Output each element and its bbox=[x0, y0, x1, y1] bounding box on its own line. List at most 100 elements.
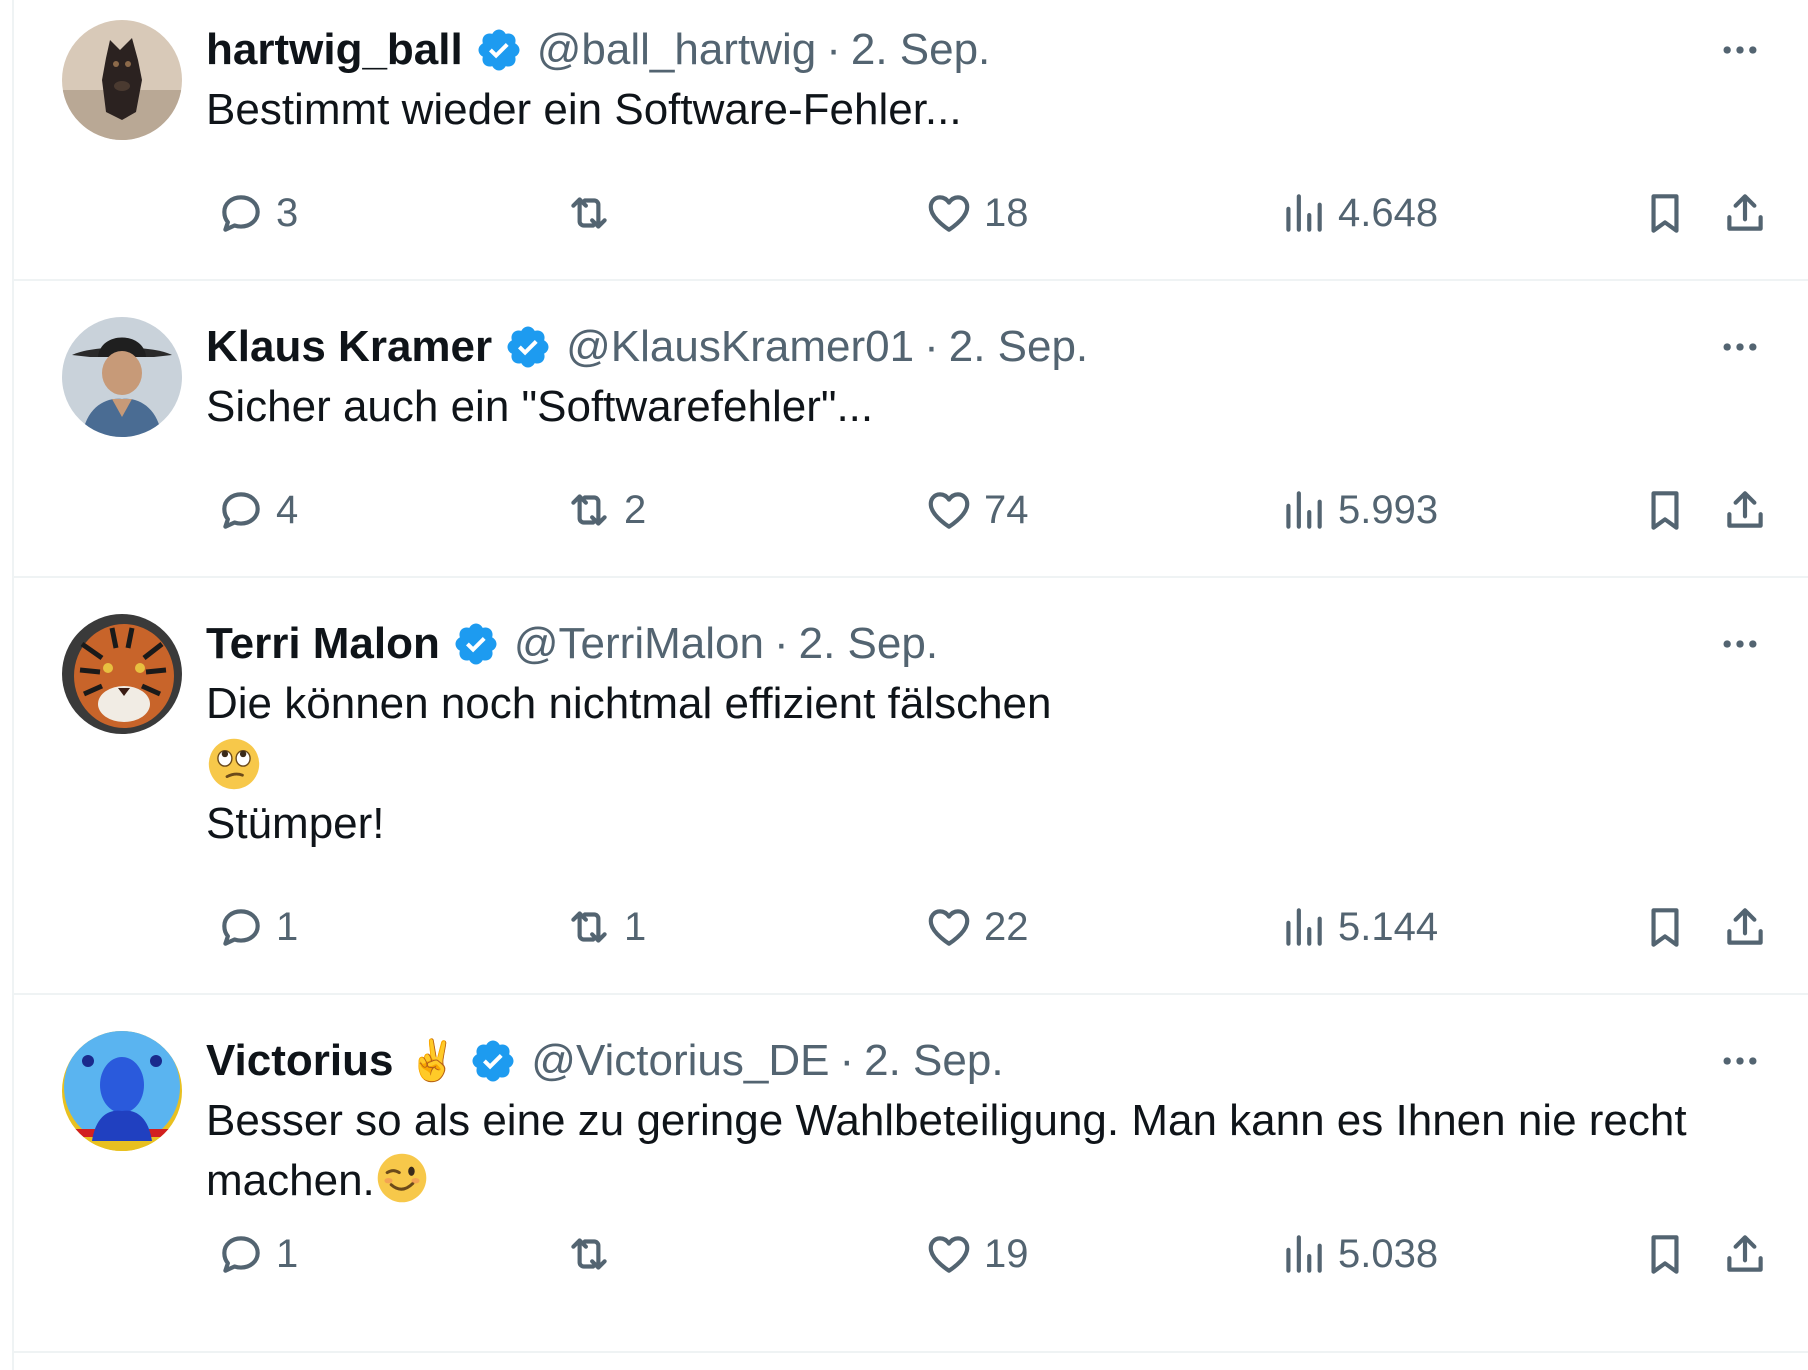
retweet-button[interactable] bbox=[564, 1224, 624, 1284]
author-name[interactable]: Terri Malon bbox=[206, 614, 440, 674]
reply-count: 1 bbox=[276, 1231, 299, 1276]
three-dots-icon bbox=[1723, 1057, 1757, 1065]
bookmark-button[interactable] bbox=[1640, 480, 1690, 540]
reply-feed: hartwig_ball @ball_hartwig · 2. Sep. Bes… bbox=[12, 0, 1808, 1370]
avatar-tiger-image bbox=[62, 614, 182, 734]
reply-count: 3 bbox=[276, 190, 299, 235]
heart-icon bbox=[928, 1236, 970, 1273]
winking-face-emoji bbox=[377, 1153, 427, 1203]
share-button[interactable] bbox=[1720, 1224, 1770, 1284]
verified-checkmark-icon bbox=[472, 1040, 514, 1082]
bookmark-icon bbox=[1651, 908, 1679, 947]
heart-icon bbox=[928, 909, 970, 946]
author-name[interactable]: hartwig_ball bbox=[206, 20, 463, 80]
reply-button[interactable]: 1 bbox=[216, 897, 298, 957]
author-handle[interactable]: @ball_hartwig bbox=[537, 20, 816, 80]
share-button[interactable] bbox=[1720, 480, 1770, 540]
tweet-date[interactable]: 2. Sep. bbox=[799, 614, 938, 674]
tweet-date[interactable]: 2. Sep. bbox=[851, 20, 990, 80]
separator-dot: · bbox=[839, 1036, 855, 1085]
three-dots-icon bbox=[1723, 46, 1757, 54]
reply-button[interactable]: 4 bbox=[216, 480, 298, 540]
tweet-date[interactable]: 2. Sep. bbox=[864, 1031, 1003, 1091]
upload-share-icon bbox=[1727, 491, 1763, 528]
tweet-text: Besser so als eine zu geringe Wahlbeteil… bbox=[206, 1096, 1687, 1145]
retweet-button[interactable]: 1 bbox=[564, 897, 646, 957]
avatar[interactable] bbox=[62, 614, 182, 734]
tweet-text: Sicher auch ein "Softwarefehler"... bbox=[206, 382, 874, 431]
bookmark-button[interactable] bbox=[1640, 897, 1690, 957]
speech-bubble-icon bbox=[222, 909, 260, 946]
views-count: 5.038 bbox=[1338, 1231, 1439, 1276]
bookmark-button[interactable] bbox=[1640, 1224, 1690, 1284]
share-button[interactable] bbox=[1720, 183, 1770, 243]
more-options-button[interactable] bbox=[1710, 317, 1770, 377]
tweet-text: Bestimmt wieder ein Software-Fehler... bbox=[206, 85, 962, 134]
tweet-header: Terri Malon @TerriMalon · 2. Sep. bbox=[206, 614, 1770, 674]
views-button[interactable]: 5.144 bbox=[1278, 897, 1438, 957]
tweet[interactable]: hartwig_ball @ball_hartwig · 2. Sep. Bes… bbox=[14, 0, 1808, 281]
avatar-portrait-image bbox=[62, 1031, 182, 1151]
tweet-text-continuation: machen. bbox=[206, 1156, 375, 1205]
tweet-text-after: Stümper! bbox=[206, 799, 385, 848]
verified-checkmark-icon bbox=[507, 326, 549, 368]
share-button[interactable] bbox=[1720, 897, 1770, 957]
retweet-button[interactable] bbox=[564, 183, 624, 243]
author-handle[interactable]: @Victorius_DE bbox=[531, 1031, 829, 1091]
retweet-arrows-icon bbox=[571, 494, 607, 526]
tweet-actions: 1 1 22 5.144 bbox=[206, 897, 1770, 957]
author-handle[interactable]: @TerriMalon bbox=[514, 614, 764, 674]
bar-chart-icon bbox=[1286, 908, 1322, 946]
tweet-header: Klaus Kramer @KlausKramer01 · 2. Sep. bbox=[206, 317, 1770, 377]
views-button[interactable]: 4.648 bbox=[1278, 183, 1438, 243]
tweet-actions: 4 2 74 5.993 bbox=[206, 480, 1770, 540]
views-button[interactable]: 5.038 bbox=[1278, 1224, 1438, 1284]
tweet-header: hartwig_ball @ball_hartwig · 2. Sep. bbox=[206, 20, 1770, 80]
tweet-text: Die können noch nichtmal effizient fälsc… bbox=[206, 679, 1052, 728]
tweet[interactable]: Klaus Kramer @KlausKramer01 · 2. Sep. Si… bbox=[14, 281, 1808, 578]
bar-chart-icon bbox=[1286, 1235, 1322, 1273]
bookmark-button[interactable] bbox=[1640, 183, 1690, 243]
tweet[interactable]: Victorius ✌️ @Victorius_DE · 2. Sep. Bes… bbox=[14, 995, 1808, 1353]
author-handle[interactable]: @KlausKramer01 bbox=[566, 317, 914, 377]
emoji-line bbox=[206, 734, 1770, 794]
upload-share-icon bbox=[1727, 908, 1763, 945]
author-name[interactable]: Victorius bbox=[206, 1031, 393, 1091]
separator-dot: · bbox=[924, 322, 939, 371]
views-count: 4.648 bbox=[1338, 190, 1439, 235]
views-button[interactable]: 5.993 bbox=[1278, 480, 1438, 540]
retweet-arrows-icon bbox=[571, 1238, 607, 1270]
like-count: 18 bbox=[984, 190, 1029, 235]
rolling-eyes-emoji bbox=[208, 738, 260, 790]
avatar[interactable] bbox=[62, 317, 182, 437]
bar-chart-icon bbox=[1286, 194, 1322, 232]
more-options-button[interactable] bbox=[1710, 1031, 1770, 1091]
more-options-button[interactable] bbox=[1710, 614, 1770, 674]
retweet-arrows-icon bbox=[571, 911, 607, 943]
like-count: 19 bbox=[984, 1231, 1029, 1276]
tweet-header: Victorius ✌️ @Victorius_DE · 2. Sep. bbox=[206, 1031, 1770, 1091]
upload-share-icon bbox=[1727, 1235, 1763, 1272]
more-options-button[interactable] bbox=[1710, 20, 1770, 80]
reply-button[interactable]: 3 bbox=[216, 183, 298, 243]
three-dots-icon bbox=[1723, 640, 1757, 648]
views-count: 5.144 bbox=[1338, 904, 1439, 949]
like-button[interactable]: 22 bbox=[924, 897, 1029, 957]
tweet[interactable]: Terri Malon @TerriMalon · 2. Sep. Die kö… bbox=[14, 578, 1808, 995]
victory-hand-emoji: ✌️ bbox=[407, 1039, 458, 1083]
avatar[interactable] bbox=[62, 20, 182, 140]
author-name[interactable]: Klaus Kramer bbox=[206, 317, 492, 377]
upload-share-icon bbox=[1727, 194, 1763, 231]
separator-dot: · bbox=[773, 619, 789, 668]
retweet-arrows-icon bbox=[571, 197, 607, 229]
like-button[interactable]: 74 bbox=[924, 480, 1029, 540]
avatar[interactable] bbox=[62, 1031, 182, 1151]
like-button[interactable]: 19 bbox=[924, 1224, 1029, 1284]
retweet-button[interactable]: 2 bbox=[564, 480, 646, 540]
tweet-date[interactable]: 2. Sep. bbox=[949, 317, 1088, 377]
tweet-actions: 3 18 4.648 bbox=[206, 183, 1770, 243]
like-button[interactable]: 18 bbox=[924, 183, 1029, 243]
views-count: 5.993 bbox=[1338, 487, 1439, 532]
bookmark-icon bbox=[1651, 1235, 1679, 1274]
reply-button[interactable]: 1 bbox=[216, 1224, 298, 1284]
